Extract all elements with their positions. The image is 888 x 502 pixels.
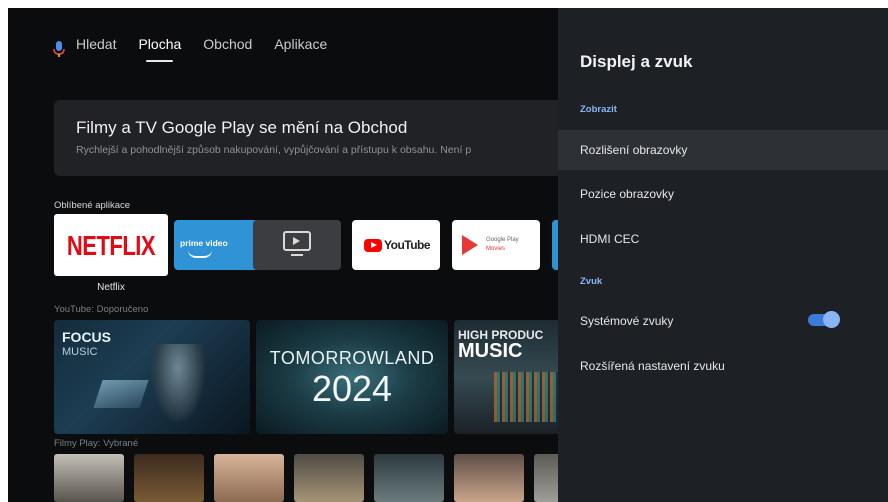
movie-poster[interactable] <box>454 454 524 502</box>
setting-label: HDMI CEC <box>580 232 640 246</box>
top-nav: Hledat Plocha Obchod Aplikace <box>52 36 349 62</box>
video-thumb-tomorrowland[interactable]: TOMORROWLAND 2024 <box>256 320 448 434</box>
setting-screen-resolution[interactable]: Rozlišení obrazovky <box>558 130 888 170</box>
category-sound: Zvuk <box>580 276 603 287</box>
setting-label: Pozice obrazovky <box>580 187 675 201</box>
app-tile-google-play-movies[interactable]: Google Play Movies <box>452 220 540 270</box>
movie-poster[interactable] <box>54 454 124 502</box>
google-play-movies-icon <box>462 235 478 255</box>
thumb-subtitle: MUSIC <box>62 346 98 358</box>
youtube-logo: YouTube <box>364 238 431 252</box>
app-tile-player[interactable] <box>253 220 341 270</box>
netflix-logo: NETFLIX <box>66 229 156 261</box>
tab-home[interactable]: Plocha <box>138 36 181 62</box>
thumb-subtitle: MUSIC <box>458 340 523 362</box>
video-thumb-focus-music[interactable]: FOCUS MUSIC <box>54 320 250 434</box>
app-tile-youtube[interactable]: YouTube <box>352 220 440 270</box>
tab-store[interactable]: Obchod <box>203 36 252 62</box>
player-icon <box>283 231 311 251</box>
thumb-title: FOCUS <box>62 329 111 345</box>
category-display: Zobrazit <box>580 104 617 115</box>
youtube-section-label: YouTube: Doporučeno <box>54 304 149 315</box>
laptop-image <box>93 380 149 408</box>
toggle-knob <box>823 311 840 328</box>
prime-video-logo: prime video <box>180 238 228 248</box>
app-caption-netflix: Netflix <box>97 282 125 293</box>
setting-screen-position[interactable]: Pozice obrazovky <box>558 174 888 214</box>
setting-label: Rozšířená nastavení zvuku <box>580 359 725 373</box>
movie-poster[interactable] <box>294 454 364 502</box>
movies-section-label: Filmy Play: Vybrané <box>54 438 139 449</box>
setting-system-sounds[interactable]: Systémové zvuky <box>558 301 888 341</box>
thumb-title: TOMORROWLAND <box>269 348 435 368</box>
person-image <box>150 344 206 424</box>
youtube-logo-text: YouTube <box>384 238 431 252</box>
video-thumb-high-production-music[interactable]: HIGH PRODUC MUSIC <box>454 320 568 434</box>
tab-search[interactable]: Hledat <box>76 36 116 62</box>
banner-title: Filmy a TV Google Play se mění na Obchod <box>76 118 408 137</box>
mixer-image <box>494 372 564 422</box>
banner-subtitle: Rychlejší a pohodlnější způsob nakupován… <box>76 144 472 156</box>
google-play-logo-text: Google Play <box>486 237 519 243</box>
setting-advanced-sound[interactable]: Rozšířená nastavení zvuku <box>558 346 888 386</box>
movies-logo-text: Movies <box>486 246 506 252</box>
setting-hdmi-cec[interactable]: HDMI CEC <box>558 219 888 259</box>
microphone-icon[interactable] <box>52 40 66 58</box>
settings-panel: Displej a zvuk Zobrazit Rozlišení obrazo… <box>558 8 888 502</box>
app-tile-prime-video[interactable]: prime video <box>174 220 262 270</box>
prime-smile-icon <box>188 250 212 258</box>
tv-home-screen: Hledat Plocha Obchod Aplikace Filmy a TV… <box>8 8 888 502</box>
youtube-play-icon <box>364 238 382 252</box>
system-sounds-toggle[interactable] <box>808 311 840 328</box>
movie-poster[interactable] <box>134 454 204 502</box>
tab-apps[interactable]: Aplikace <box>274 36 327 62</box>
movie-poster[interactable] <box>374 454 444 502</box>
panel-title: Displej a zvuk <box>580 52 693 71</box>
favorites-label: Oblíbené aplikace <box>54 200 131 211</box>
player-stand-icon <box>291 254 303 256</box>
setting-label: Systémové zvuky <box>580 314 674 328</box>
app-tile-netflix[interactable]: NETFLIX <box>54 214 168 276</box>
thumb-year: 2024 <box>311 368 393 409</box>
movie-poster[interactable] <box>214 454 284 502</box>
promo-banner[interactable]: Filmy a TV Google Play se mění na Obchod… <box>54 100 574 176</box>
setting-label: Rozlišení obrazovky <box>580 143 688 157</box>
